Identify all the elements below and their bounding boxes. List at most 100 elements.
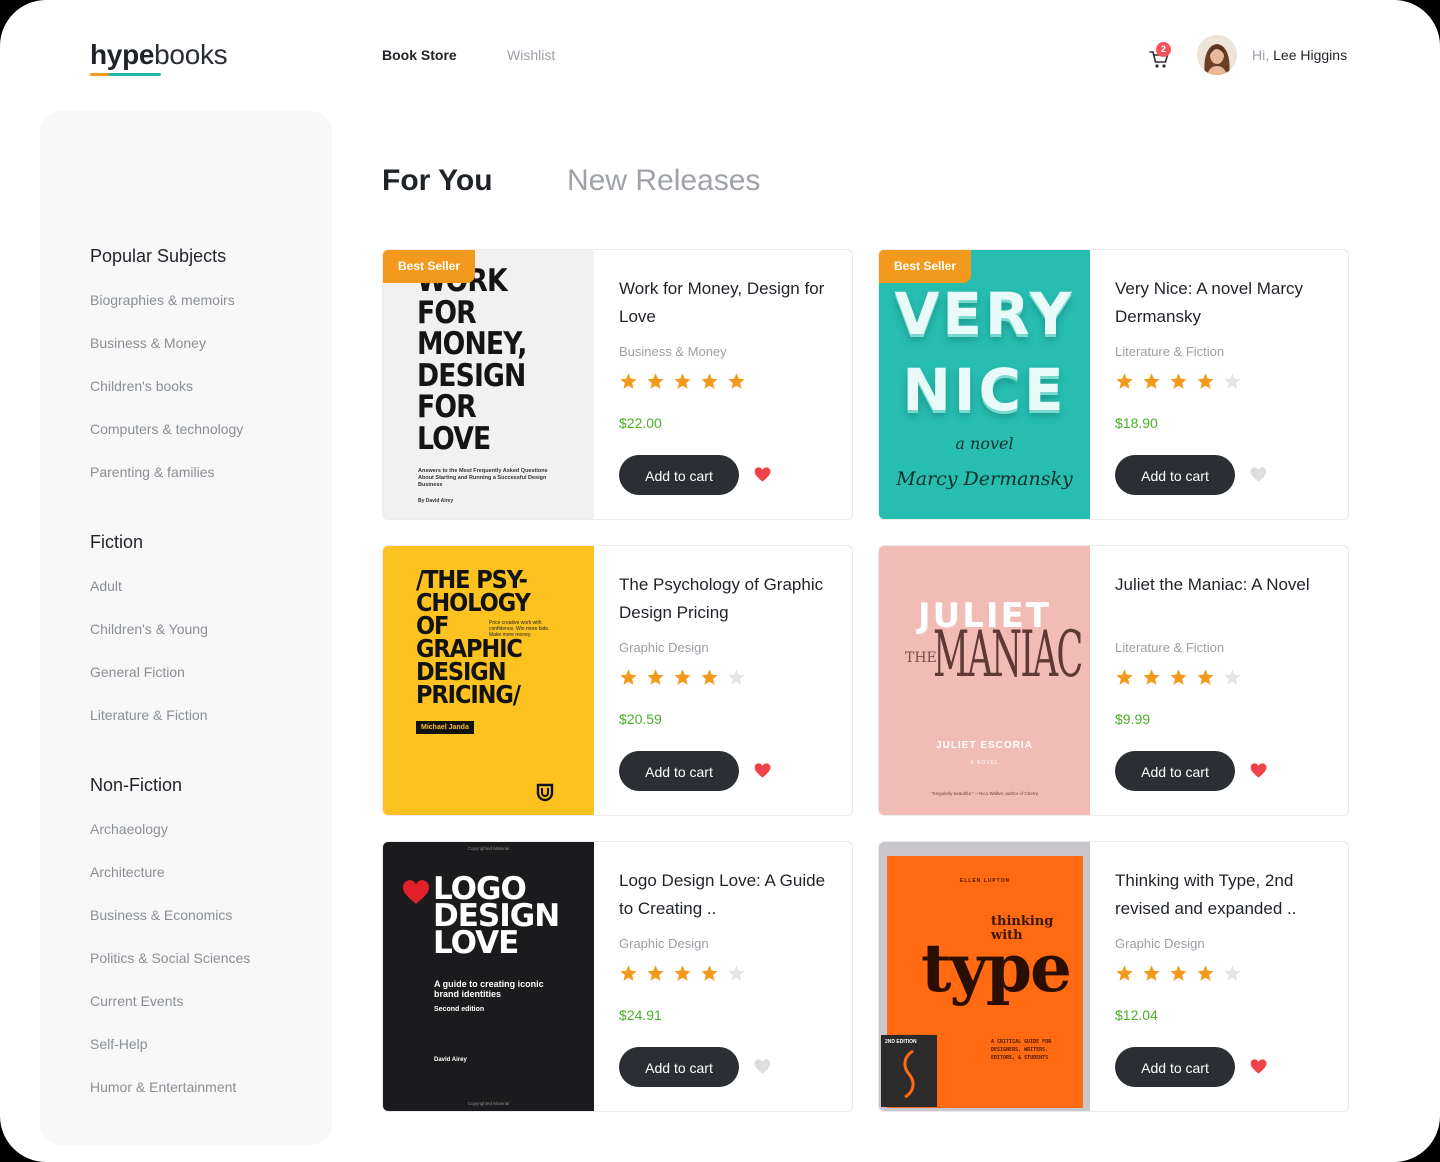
sidebar-heading-fiction: Fiction — [90, 532, 144, 552]
add-to-cart-button[interactable]: Add to cart — [1115, 1047, 1235, 1087]
heart-icon[interactable] — [1249, 465, 1268, 484]
book-title[interactable]: The Psychology of Graphic Design Pricing — [619, 571, 829, 627]
sidebar-heading-nonfiction: Non-Fiction — [90, 775, 183, 795]
add-to-cart-button[interactable]: Add to cart — [619, 455, 739, 495]
cover-line: thinking — [991, 914, 1054, 929]
book-category: Business & Money — [619, 344, 727, 359]
book-cover[interactable]: /THE PSY- CHOLOGY OF GRAPHIC DESIGN PRIC… — [383, 546, 594, 815]
book-cover[interactable]: Copyrighted Material LOGO DESIGN LOVE A … — [383, 842, 594, 1111]
nav-book-store[interactable]: Book Store — [382, 47, 457, 63]
cover-line: LOVE — [433, 925, 519, 961]
sidebar-item[interactable]: Humor & Entertainment — [90, 1079, 236, 1095]
type-glyph-icon — [903, 1049, 915, 1099]
add-to-cart-button[interactable]: Add to cart — [619, 751, 739, 791]
add-to-cart-button[interactable]: Add to cart — [1115, 455, 1235, 495]
book-cover[interactable]: WORK FOR MONEY, DESIGN FOR LOVE Answers … — [383, 250, 594, 519]
cover-author: By David Airey — [418, 498, 454, 504]
sidebar-item[interactable]: Current Events — [90, 993, 183, 1009]
cover-line: type — [921, 929, 1072, 1007]
add-to-cart-button[interactable]: Add to cart — [1115, 751, 1235, 791]
heart-icon[interactable] — [1249, 761, 1268, 780]
star-filled-icon — [620, 373, 637, 389]
cover-line: FOR — [417, 294, 477, 331]
book-card[interactable]: Copyrighted Material LOGO DESIGN LOVE A … — [382, 841, 853, 1112]
sidebar-item[interactable]: Business & Economics — [90, 907, 232, 923]
star-empty-icon — [1224, 965, 1241, 981]
cover-line: DESIGN — [417, 357, 526, 394]
sidebar-item[interactable]: Parenting & families — [90, 464, 215, 480]
book-card[interactable]: JULIET THE MANIAC JULIET ESCORIA A NOVEL… — [878, 545, 1349, 816]
heart-icon[interactable] — [753, 1057, 772, 1076]
book-card[interactable]: WORK FOR MONEY, DESIGN FOR LOVE Answers … — [382, 249, 853, 520]
book-title[interactable]: Work for Money, Design for Love — [619, 275, 829, 331]
sidebar-item[interactable]: Adult — [90, 578, 122, 594]
star-filled-icon — [1170, 965, 1187, 981]
avatar[interactable] — [1197, 35, 1237, 75]
book-title[interactable]: Juliet the Maniac: A Novel — [1115, 571, 1325, 599]
star-filled-icon — [674, 373, 691, 389]
sidebar-item[interactable]: General Fiction — [90, 664, 185, 680]
heart-icon[interactable] — [753, 465, 772, 484]
logo-underline — [90, 73, 161, 76]
app-window: hypebooks Book Store Wishlist 2 Hi, Lee H… — [0, 0, 1440, 1162]
sidebar-item[interactable]: Politics & Social Sciences — [90, 950, 250, 966]
book-cover[interactable]: ELLEN LUPTON thinking with type A CRITIC… — [879, 842, 1090, 1111]
rating-stars — [619, 372, 754, 392]
tab-new-releases[interactable]: New Releases — [567, 163, 760, 199]
book-category: Literature & Fiction — [1115, 344, 1225, 359]
star-empty-icon — [1224, 669, 1241, 685]
logo[interactable]: hypebooks — [90, 38, 228, 78]
star-filled-icon — [647, 669, 664, 685]
book-category: Literature & Fiction — [1115, 640, 1225, 655]
sidebar-item[interactable]: Children's books — [90, 378, 193, 394]
book-cover[interactable]: JULIET THE MANIAC JULIET ESCORIA A NOVEL… — [879, 546, 1090, 815]
cover-line: MONEY, — [417, 326, 527, 362]
tab-for-you[interactable]: For You — [382, 163, 493, 199]
cover-edition: 2ND EDITION — [885, 1039, 917, 1045]
star-filled-icon — [1197, 373, 1214, 389]
greeting-text: Hi, — [1252, 47, 1270, 63]
book-card[interactable]: VERY NICE a novel Marcy Dermansky Best S… — [878, 249, 1349, 520]
star-filled-icon — [647, 965, 664, 981]
star-filled-icon — [1143, 965, 1160, 981]
sidebar-item[interactable]: Archaeology — [90, 821, 168, 837]
star-filled-icon — [1197, 669, 1214, 685]
book-card[interactable]: /THE PSY- CHOLOGY OF GRAPHIC DESIGN PRIC… — [382, 545, 853, 816]
sidebar-item[interactable]: Self-Help — [90, 1036, 148, 1052]
star-filled-icon — [701, 965, 718, 981]
star-filled-icon — [1143, 669, 1160, 685]
star-filled-icon — [1116, 669, 1133, 685]
star-filled-icon — [674, 965, 691, 981]
book-cover[interactable]: VERY NICE a novel Marcy Dermansky — [879, 250, 1090, 519]
cover-subtitle: a novel — [955, 434, 1014, 453]
star-empty-icon — [1224, 373, 1241, 389]
sidebar-item[interactable]: Architecture — [90, 864, 165, 880]
nav-wishlist[interactable]: Wishlist — [507, 47, 555, 63]
sidebar-item[interactable]: Business & Money — [90, 335, 206, 351]
heart-icon[interactable] — [1249, 1057, 1268, 1076]
sidebar-item[interactable]: Biographies & memoirs — [90, 292, 235, 308]
book-price: $24.91 — [619, 1007, 662, 1023]
sidebar-item[interactable]: Computers & technology — [90, 421, 243, 437]
heart-icon[interactable] — [753, 761, 772, 780]
star-filled-icon — [674, 669, 691, 685]
sidebar-item[interactable]: Literature & Fiction — [90, 707, 208, 723]
book-price: $20.59 — [619, 711, 662, 727]
star-filled-icon — [1143, 373, 1160, 389]
book-price: $12.04 — [1115, 1007, 1158, 1023]
book-title[interactable]: Thinking with Type, 2nd revised and expa… — [1115, 867, 1325, 923]
cover-line: NICE — [902, 356, 1067, 424]
cover-author: Marcy Dermansky — [896, 468, 1073, 490]
add-to-cart-button[interactable]: Add to cart — [619, 1047, 739, 1087]
user-greeting: Hi, Lee Higgins — [1252, 47, 1347, 63]
book-title[interactable]: Very Nice: A novel Marcy Dermansky — [1115, 275, 1325, 331]
cover-line: VERY — [894, 280, 1075, 348]
book-category: Graphic Design — [619, 640, 709, 655]
book-title[interactable]: Logo Design Love: A Guide to Creating .. — [619, 867, 829, 923]
star-filled-icon — [620, 669, 637, 685]
cover-author: JULIET ESCORIA — [936, 740, 1033, 751]
book-card[interactable]: ELLEN LUPTON thinking with type A CRITIC… — [878, 841, 1349, 1112]
cover-line: PRICING/ — [416, 680, 521, 709]
cover-copyright: Copyrighted Material — [467, 1101, 510, 1106]
sidebar-item[interactable]: Children's & Young — [90, 621, 208, 637]
